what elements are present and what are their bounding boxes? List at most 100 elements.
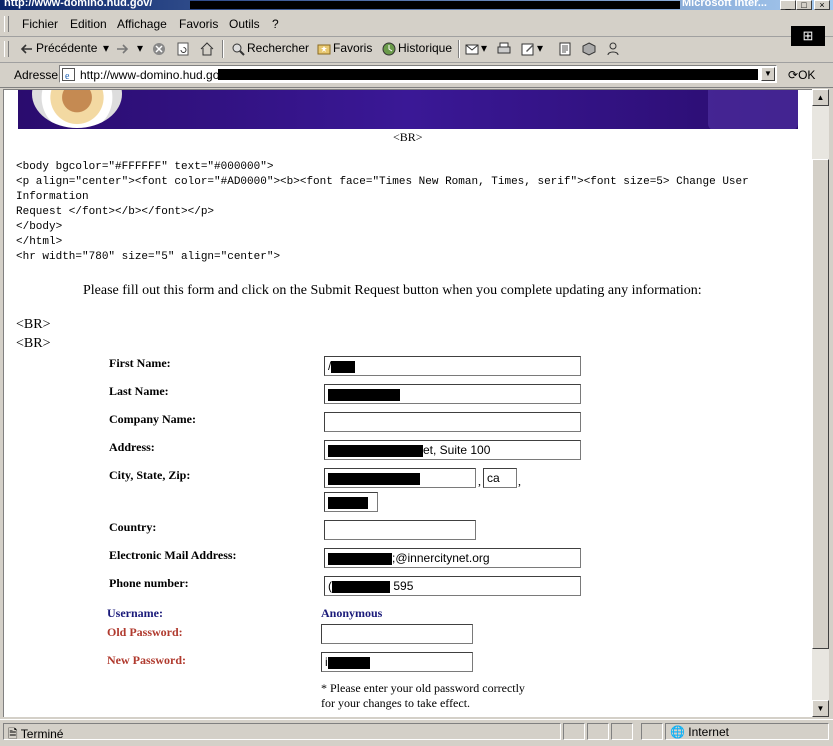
home-icon (200, 42, 214, 56)
form-instructions: Please fill out this form and click on t… (83, 283, 702, 298)
zip-field[interactable] (324, 492, 378, 512)
source-line: Request </font></b></font></p> (16, 206, 215, 218)
phone-value: 595 (393, 579, 414, 593)
mail-icon (465, 42, 479, 56)
app-name: Microsoft Inter... (682, 0, 767, 9)
discuss-button[interactable] (558, 41, 574, 56)
redacted-title (190, 1, 680, 9)
back-label: Précédente (36, 41, 98, 55)
menu-grip (4, 16, 9, 32)
close-button[interactable]: × (814, 0, 830, 10)
cube-icon (582, 42, 596, 56)
redacted-text (328, 552, 392, 565)
email-label: Electronic Mail Address: (109, 548, 237, 562)
scroll-up-button[interactable]: ▲ (812, 89, 829, 106)
back-dropdown-icon[interactable]: ▾ (103, 41, 109, 55)
source-line: <body bgcolor="#FFFFFF" text="#000000"> (16, 161, 274, 173)
country-field[interactable] (324, 520, 476, 540)
address-field[interactable]: et, Suite 100 (324, 440, 581, 460)
city-field[interactable] (324, 468, 476, 488)
search-label: Rechercher (247, 41, 310, 55)
zone-text: Internet (688, 725, 729, 739)
username-label: Username: (107, 606, 163, 620)
menu-affichage[interactable]: Affichage (117, 17, 167, 31)
print-button[interactable] (497, 41, 513, 56)
redacted-text (328, 496, 368, 509)
username-value: Anonymous (321, 606, 383, 620)
redacted-text (331, 360, 356, 373)
back-button[interactable]: Précédente (20, 41, 97, 56)
done-page-icon: 🗎 (8, 727, 18, 741)
status-text-cell: 🗎 Terminé (3, 723, 561, 741)
scroll-down-button[interactable]: ▼ (812, 700, 829, 717)
email-field[interactable]: ;@innercitynet.org (324, 548, 581, 568)
phone-field[interactable]: ( 595 (324, 576, 581, 596)
search-button[interactable]: Rechercher (231, 41, 309, 56)
phone-label: Phone number: (109, 576, 189, 590)
old-password-label: Old Password: (107, 625, 183, 639)
home-button[interactable] (200, 41, 216, 56)
first-name-field[interactable]: / (324, 356, 581, 376)
status-cell (611, 723, 633, 740)
last-name-label: Last Name: (109, 384, 169, 398)
password-note-line2: for your changes to take effect. (321, 696, 471, 710)
scroll-thumb[interactable] (812, 159, 829, 649)
minimize-button[interactable]: _ (780, 0, 796, 10)
status-cell (563, 723, 585, 740)
toolbar: Précédente ▾ ▾ Rechercher Favoris Histor… (0, 37, 833, 63)
page-viewport: <BR> <body bgcolor="#FFFFFF" text="#0000… (3, 89, 812, 717)
last-name-field[interactable] (324, 384, 581, 404)
old-password-field[interactable] (321, 624, 473, 644)
new-password-field[interactable]: i (321, 652, 473, 672)
source-line: </html> (16, 236, 63, 248)
source-line: <hr width="780" size="5" align="center"> (16, 251, 281, 263)
edit-icon (521, 42, 535, 56)
redacted-text (327, 656, 370, 669)
favorites-label: Favoris (333, 41, 373, 55)
stop-button[interactable] (152, 41, 168, 56)
address-input[interactable]: e http://www-domino.hud.gov. ▼ (59, 65, 777, 83)
history-icon (382, 42, 396, 56)
banner-emblem (32, 90, 122, 128)
stop-icon (152, 42, 166, 56)
city-comma: , (478, 474, 481, 488)
menu-fichier[interactable]: Fichier (22, 17, 58, 31)
menu-favoris[interactable]: Favoris (179, 17, 218, 31)
br-center: <BR> (393, 130, 423, 144)
forward-arrow-icon (115, 42, 129, 56)
address-label: Address: (109, 440, 155, 454)
go-button[interactable]: ⟳OK (788, 68, 815, 82)
hud-logo (708, 90, 798, 129)
status-bar: 🗎 Terminé 🌐 Internet (0, 719, 833, 745)
redacted-text (332, 580, 390, 593)
address-dropdown-icon[interactable]: ▼ (761, 67, 775, 81)
redacted-text (328, 472, 420, 485)
state-comma: , (518, 474, 521, 488)
mail-button[interactable]: ▾ (465, 41, 487, 56)
maximize-button[interactable]: □ (796, 0, 812, 10)
go-label: OK (798, 68, 816, 82)
forward-dropdown-icon[interactable]: ▾ (137, 41, 143, 55)
company-name-field[interactable] (324, 412, 581, 432)
new-password-label: New Password: (107, 653, 186, 667)
zone-cell: 🌐 Internet (665, 723, 829, 740)
document-icon (558, 42, 572, 56)
favorites-button[interactable]: Favoris (317, 41, 372, 56)
source-line: Information (16, 191, 89, 203)
edit-button[interactable]: ▾ (521, 41, 543, 56)
research-button[interactable] (582, 41, 598, 56)
history-button[interactable]: Historique (382, 41, 452, 56)
messenger-button[interactable] (606, 41, 622, 56)
br-text: <BR> (16, 336, 51, 351)
menu-help[interactable]: ? (272, 17, 279, 31)
state-field[interactable]: ca (483, 468, 517, 488)
forward-button[interactable] (115, 41, 131, 56)
vertical-scrollbar[interactable]: ▲ ▼ (812, 89, 829, 717)
toolbar-separator (222, 40, 224, 58)
menu-outils[interactable]: Outils (229, 17, 260, 31)
refresh-button[interactable] (176, 41, 192, 56)
menu-edition[interactable]: Edition (70, 17, 107, 31)
back-arrow-icon (20, 42, 34, 56)
ie-page-icon: e (62, 68, 75, 82)
address-url: http://www-domino.hud.gov. (80, 68, 228, 82)
